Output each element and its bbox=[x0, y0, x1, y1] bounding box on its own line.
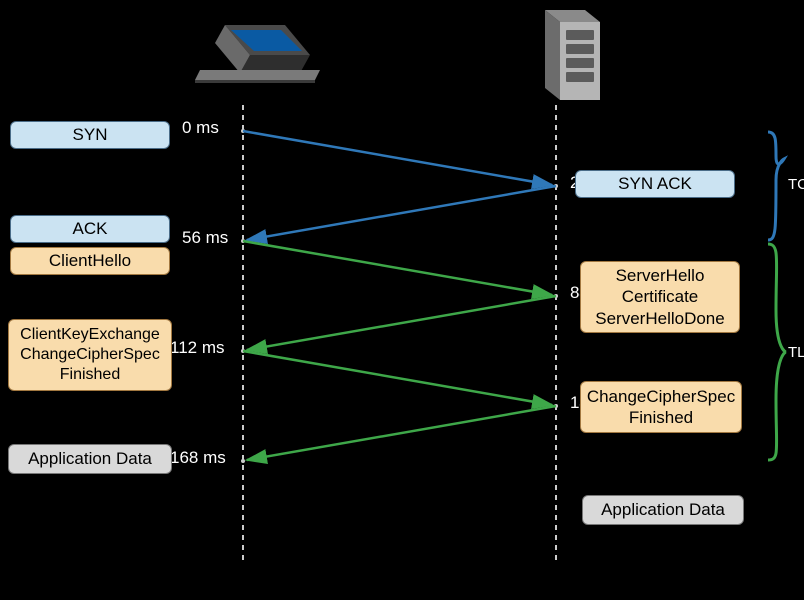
time-168: 168 ms bbox=[170, 448, 226, 468]
time-112: 112 ms bbox=[170, 338, 225, 358]
laptop-icon bbox=[195, 25, 320, 83]
arrow-clientkeyex bbox=[243, 351, 552, 405]
box-client-appdata: Application Data bbox=[8, 444, 172, 474]
box-server-appdata: Application Data bbox=[582, 495, 744, 525]
box-clienthello: ClientHello bbox=[10, 247, 170, 275]
arrow-syn bbox=[243, 131, 552, 185]
time-0: 0 ms bbox=[182, 118, 219, 138]
time-56: 56 ms bbox=[182, 228, 228, 248]
brace-tcp bbox=[768, 132, 784, 240]
box-clientkey: ClientKeyExchange ChangeCipherSpec Finis… bbox=[8, 319, 172, 391]
brace-label-tcp: TCP bbox=[788, 176, 804, 193]
arrow-clienthello bbox=[243, 241, 552, 295]
box-synack: SYN ACK bbox=[575, 170, 735, 198]
server-icon bbox=[545, 10, 600, 100]
box-ack: ACK bbox=[10, 215, 170, 243]
box-server-ccs: ChangeCipherSpec Finished bbox=[580, 381, 742, 433]
arrow-synack bbox=[247, 186, 556, 240]
arrow-changecipher bbox=[247, 406, 556, 460]
brace-tls bbox=[768, 244, 786, 460]
brace-label-tls: TLS bbox=[788, 344, 804, 361]
arrow-serverhello bbox=[247, 296, 556, 350]
box-syn: SYN bbox=[10, 121, 170, 149]
box-serverhello: ServerHello Certificate ServerHelloDone bbox=[580, 261, 740, 333]
